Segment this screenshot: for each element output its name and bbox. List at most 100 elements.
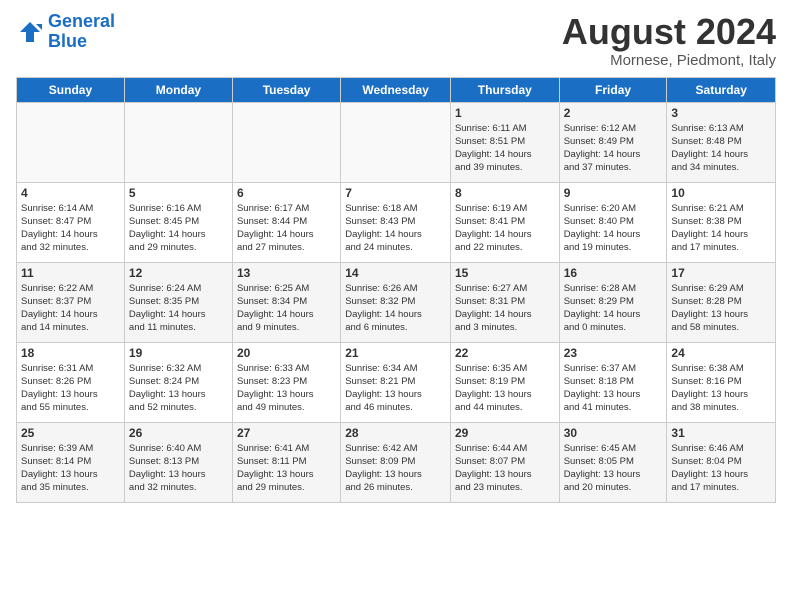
day-info: Sunrise: 6:35 AM Sunset: 8:19 PM Dayligh… — [455, 362, 555, 415]
weekday-header-wednesday: Wednesday — [341, 77, 451, 102]
day-number: 14 — [345, 266, 446, 280]
day-number: 18 — [21, 346, 120, 360]
day-info: Sunrise: 6:42 AM Sunset: 8:09 PM Dayligh… — [345, 442, 446, 495]
weekday-header-row: SundayMondayTuesdayWednesdayThursdayFrid… — [17, 77, 776, 102]
day-info: Sunrise: 6:44 AM Sunset: 8:07 PM Dayligh… — [455, 442, 555, 495]
day-number: 22 — [455, 346, 555, 360]
calendar-cell: 17 Sunrise: 6:29 AM Sunset: 8:28 PM Dayli… — [667, 262, 776, 342]
day-number: 3 — [671, 106, 771, 120]
day-number: 19 — [129, 346, 228, 360]
day-info: Sunrise: 6:40 AM Sunset: 8:13 PM Dayligh… — [129, 442, 228, 495]
calendar-week-3: 11 Sunrise: 6:22 AM Sunset: 8:37 PM Dayli… — [17, 262, 776, 342]
calendar-cell: 12Sunrise: 6:24 AM Sunset: 8:35 PM Dayli… — [124, 262, 232, 342]
day-number: 27 — [237, 426, 336, 440]
day-number: 10 — [671, 186, 771, 200]
day-number: 31 — [671, 426, 771, 440]
calendar-cell: 19 Sunrise: 6:32 AM Sunset: 8:24 PM Dayli… — [124, 342, 232, 422]
day-number: 5 — [129, 186, 228, 200]
day-number: 23 — [564, 346, 663, 360]
calendar-cell: 11 Sunrise: 6:22 AM Sunset: 8:37 PM Dayli… — [17, 262, 125, 342]
logo-line2: Blue — [48, 31, 87, 51]
weekday-header-thursday: Thursday — [450, 77, 559, 102]
weekday-header-monday: Monday — [124, 77, 232, 102]
day-info: Sunrise: 6:20 AM Sunset: 8:40 PM Dayligh… — [564, 202, 663, 255]
calendar-cell: 4 Sunrise: 6:14 AM Sunset: 8:47 PM Daylig… — [17, 182, 125, 262]
day-info: Sunrise: 6:21 AM Sunset: 8:38 PM Dayligh… — [671, 202, 771, 255]
day-info: Sunrise: 6:27 AM Sunset: 8:31 PM Dayligh… — [455, 282, 555, 335]
day-number: 24 — [671, 346, 771, 360]
day-info: Sunrise: 6:28 AM Sunset: 8:29 PM Dayligh… — [564, 282, 663, 335]
day-number: 8 — [455, 186, 555, 200]
day-info: Sunrise: 6:12 AM Sunset: 8:49 PM Dayligh… — [564, 122, 663, 175]
calendar-cell: 26 Sunrise: 6:40 AM Sunset: 8:13 PM Dayli… — [124, 422, 232, 502]
calendar-cell: 10 Sunrise: 6:21 AM Sunset: 8:38 PM Dayli… — [667, 182, 776, 262]
day-info: Sunrise: 6:32 AM Sunset: 8:24 PM Dayligh… — [129, 362, 228, 415]
weekday-header-friday: Friday — [559, 77, 667, 102]
day-number: 15 — [455, 266, 555, 280]
day-info: Sunrise: 6:31 AM Sunset: 8:26 PM Dayligh… — [21, 362, 120, 415]
calendar-cell: 25Sunrise: 6:39 AM Sunset: 8:14 PM Dayli… — [17, 422, 125, 502]
day-number: 13 — [237, 266, 336, 280]
day-number: 2 — [564, 106, 663, 120]
calendar-cell: 28 Sunrise: 6:42 AM Sunset: 8:09 PM Dayli… — [341, 422, 451, 502]
calendar-cell: 7Sunrise: 6:18 AM Sunset: 8:43 PM Daylig… — [341, 182, 451, 262]
location: Mornese, Piedmont, Italy — [562, 52, 776, 69]
day-info: Sunrise: 6:29 AM Sunset: 8:28 PM Dayligh… — [671, 282, 771, 335]
day-info: Sunrise: 6:14 AM Sunset: 8:47 PM Dayligh… — [21, 202, 120, 255]
calendar-cell: 21Sunrise: 6:34 AM Sunset: 8:21 PM Dayli… — [341, 342, 451, 422]
day-info: Sunrise: 6:19 AM Sunset: 8:41 PM Dayligh… — [455, 202, 555, 255]
calendar-cell: 16Sunrise: 6:28 AM Sunset: 8:29 PM Dayli… — [559, 262, 667, 342]
day-number: 1 — [455, 106, 555, 120]
logo: General Blue — [16, 12, 115, 52]
day-info: Sunrise: 6:38 AM Sunset: 8:16 PM Dayligh… — [671, 362, 771, 415]
calendar-week-2: 4 Sunrise: 6:14 AM Sunset: 8:47 PM Daylig… — [17, 182, 776, 262]
calendar-cell: 18 Sunrise: 6:31 AM Sunset: 8:26 PM Dayli… — [17, 342, 125, 422]
day-number: 17 — [671, 266, 771, 280]
day-number: 11 — [21, 266, 120, 280]
calendar-table: SundayMondayTuesdayWednesdayThursdayFrid… — [16, 77, 776, 503]
header: General Blue August 2024 Mornese, Piedmo… — [16, 12, 776, 69]
calendar-cell — [17, 102, 125, 182]
day-info: Sunrise: 6:41 AM Sunset: 8:11 PM Dayligh… — [237, 442, 336, 495]
day-info: Sunrise: 6:46 AM Sunset: 8:04 PM Dayligh… — [671, 442, 771, 495]
day-number: 4 — [21, 186, 120, 200]
weekday-header-tuesday: Tuesday — [232, 77, 340, 102]
day-info: Sunrise: 6:11 AM Sunset: 8:51 PM Dayligh… — [455, 122, 555, 175]
weekday-header-saturday: Saturday — [667, 77, 776, 102]
day-number: 29 — [455, 426, 555, 440]
month-year: August 2024 — [562, 12, 776, 52]
day-info: Sunrise: 6:22 AM Sunset: 8:37 PM Dayligh… — [21, 282, 120, 335]
page: General Blue August 2024 Mornese, Piedmo… — [0, 0, 792, 515]
day-number: 25 — [21, 426, 120, 440]
day-number: 30 — [564, 426, 663, 440]
calendar-cell: 8 Sunrise: 6:19 AM Sunset: 8:41 PM Daylig… — [450, 182, 559, 262]
day-number: 9 — [564, 186, 663, 200]
calendar-cell: 13 Sunrise: 6:25 AM Sunset: 8:34 PM Dayli… — [232, 262, 340, 342]
calendar-cell — [341, 102, 451, 182]
day-info: Sunrise: 6:37 AM Sunset: 8:18 PM Dayligh… — [564, 362, 663, 415]
day-number: 26 — [129, 426, 228, 440]
day-info: Sunrise: 6:33 AM Sunset: 8:23 PM Dayligh… — [237, 362, 336, 415]
day-number: 6 — [237, 186, 336, 200]
day-info: Sunrise: 6:17 AM Sunset: 8:44 PM Dayligh… — [237, 202, 336, 255]
day-info: Sunrise: 6:18 AM Sunset: 8:43 PM Dayligh… — [345, 202, 446, 255]
calendar-week-1: 1 Sunrise: 6:11 AM Sunset: 8:51 PM Daylig… — [17, 102, 776, 182]
calendar-cell — [232, 102, 340, 182]
calendar-cell: 3 Sunrise: 6:13 AM Sunset: 8:48 PM Daylig… — [667, 102, 776, 182]
day-info: Sunrise: 6:13 AM Sunset: 8:48 PM Dayligh… — [671, 122, 771, 175]
logo-line1: General — [48, 11, 115, 31]
day-info: Sunrise: 6:45 AM Sunset: 8:05 PM Dayligh… — [564, 442, 663, 495]
calendar-cell: 22 Sunrise: 6:35 AM Sunset: 8:19 PM Dayli… — [450, 342, 559, 422]
day-info: Sunrise: 6:25 AM Sunset: 8:34 PM Dayligh… — [237, 282, 336, 335]
calendar-cell: 15 Sunrise: 6:27 AM Sunset: 8:31 PM Dayli… — [450, 262, 559, 342]
calendar-cell — [124, 102, 232, 182]
calendar-cell: 5Sunrise: 6:16 AM Sunset: 8:45 PM Daylig… — [124, 182, 232, 262]
day-number: 28 — [345, 426, 446, 440]
day-number: 21 — [345, 346, 446, 360]
day-info: Sunrise: 6:26 AM Sunset: 8:32 PM Dayligh… — [345, 282, 446, 335]
calendar-cell: 1 Sunrise: 6:11 AM Sunset: 8:51 PM Daylig… — [450, 102, 559, 182]
calendar-cell: 14 Sunrise: 6:26 AM Sunset: 8:32 PM Dayli… — [341, 262, 451, 342]
calendar-cell: 23 Sunrise: 6:37 AM Sunset: 8:18 PM Dayli… — [559, 342, 667, 422]
title-block: August 2024 Mornese, Piedmont, Italy — [562, 12, 776, 69]
logo-icon — [16, 18, 44, 46]
